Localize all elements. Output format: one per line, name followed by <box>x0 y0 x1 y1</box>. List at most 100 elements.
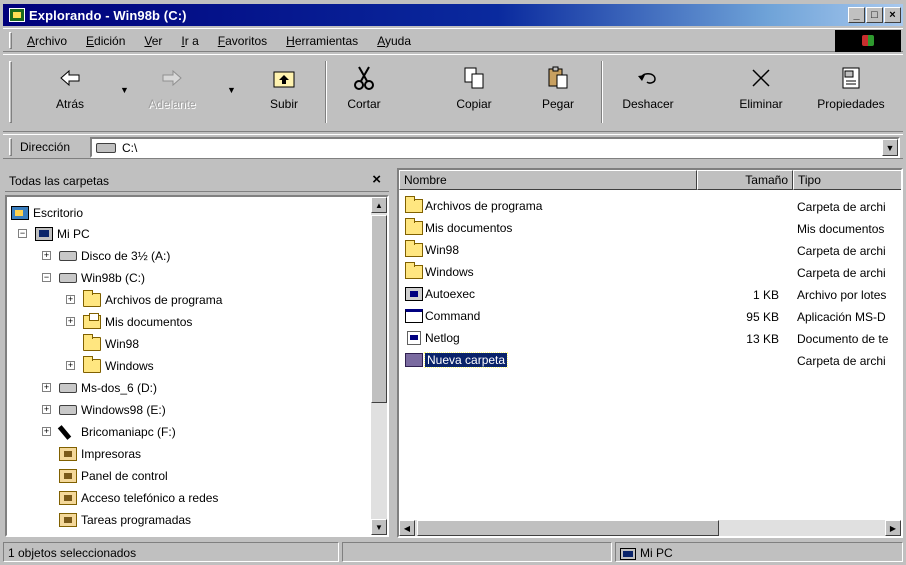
close-button[interactable]: × <box>884 7 901 23</box>
file-name: Autoexec <box>425 287 476 301</box>
folders-pane-close-button[interactable]: × <box>372 171 381 188</box>
tree-item-label: Escritorio <box>33 206 84 220</box>
tree-item-panel-de-control[interactable]: Panel de control <box>59 465 168 487</box>
expand-icon[interactable]: + <box>42 427 51 436</box>
forward-arrow-icon <box>159 61 185 95</box>
tree-item-label: Mis documentos <box>105 315 193 329</box>
file-row[interactable]: Windows Carpeta de archi <box>399 262 901 284</box>
toolbar-separator <box>601 61 603 123</box>
tree-item-windows[interactable]: Windows <box>83 355 154 377</box>
file-row[interactable]: Netlog 13 KB Documento de te <box>399 328 901 350</box>
tree-item-bricomaniapc-f[interactable]: Bricomaniapc (F:) <box>59 421 176 443</box>
tree-item-mis-documentos[interactable]: Mis documentos <box>83 311 192 333</box>
tree-item-win98[interactable]: Win98 <box>83 333 139 355</box>
file-name: Nueva carpeta <box>423 352 509 368</box>
hard-drive-icon <box>59 383 77 393</box>
tree-item-archivos-de-programa[interactable]: Archivos de programa <box>83 289 222 311</box>
menu-favoritos[interactable]: Favoritos <box>218 34 267 48</box>
tree-item-floppy[interactable]: Disco de 3½ (A:) <box>59 245 170 267</box>
expand-icon[interactable]: + <box>42 383 51 392</box>
tree-item-ms-dos-d[interactable]: Ms-dos_6 (D:) <box>59 377 157 399</box>
menu-edicion[interactable]: Edición <box>86 34 125 48</box>
scroll-right-arrow-icon[interactable]: ▶ <box>885 520 901 536</box>
menu-grip[interactable] <box>9 32 12 49</box>
forward-button[interactable]: Adelante <box>139 61 205 125</box>
column-header-tipo[interactable]: Tipo <box>793 170 901 190</box>
folder-icon <box>405 262 423 279</box>
scissors-icon <box>351 61 377 95</box>
forward-dropdown-icon[interactable]: ▼ <box>227 85 236 95</box>
my-documents-icon <box>83 313 101 329</box>
address-dropdown-button[interactable]: ▼ <box>882 139 898 156</box>
tree-item-tareas-programadas[interactable]: Tareas programadas <box>59 509 191 531</box>
toolbar-separator <box>325 61 327 123</box>
undo-button[interactable]: Deshacer <box>615 61 681 125</box>
file-type: Documento de te <box>797 332 889 346</box>
expand-icon[interactable]: + <box>66 295 75 304</box>
expand-icon[interactable]: + <box>42 405 51 414</box>
address-input[interactable]: C:\ ▼ <box>90 137 900 158</box>
explorer-window: Explorando - Win98b (C:) _ □ × Archivo E… <box>0 0 906 565</box>
minimize-button[interactable]: _ <box>848 7 865 23</box>
scroll-left-arrow-icon[interactable]: ◀ <box>399 520 415 536</box>
menu-ayuda[interactable]: Ayuda <box>377 34 411 48</box>
window-controls: _ □ × <box>848 7 901 23</box>
expand-icon[interactable]: + <box>66 317 75 326</box>
back-dropdown-icon[interactable]: ▼ <box>120 85 129 95</box>
tree-item-windows98-e[interactable]: Windows98 (E:) <box>59 399 166 421</box>
column-header-nombre[interactable]: Nombre <box>399 170 697 190</box>
menu-archivo[interactable]: Archivo <box>27 34 67 48</box>
folder-icon <box>83 356 101 373</box>
tree-vertical-scrollbar[interactable]: ▲ ▼ <box>371 197 387 535</box>
tree-item-label: Bricomaniapc (F:) <box>81 425 176 439</box>
file-row[interactable]: Archivos de programa Carpeta de archi <box>399 196 901 218</box>
tree-item-acceso-telefonico[interactable]: Acceso telefónico a redes <box>59 487 218 509</box>
scroll-up-arrow-icon[interactable]: ▲ <box>371 197 387 213</box>
maximize-button[interactable]: □ <box>866 7 883 23</box>
floppy-icon <box>59 251 77 261</box>
tree-item-win98b-c[interactable]: Win98b (C:) <box>59 267 145 289</box>
file-row-selected[interactable]: Nueva carpeta Carpeta de archi <box>399 350 901 372</box>
file-name: Mis documentos <box>425 221 513 235</box>
tree-item-impresoras[interactable]: Impresoras <box>59 443 141 465</box>
up-button[interactable]: Subir <box>261 61 307 125</box>
scroll-thumb[interactable] <box>371 215 387 403</box>
network-drive-icon <box>59 425 77 439</box>
delete-button[interactable]: Eliminar <box>733 61 789 125</box>
menu-ir-a[interactable]: Ir a <box>181 34 198 48</box>
tree-item-label: Ms-dos_6 (D:) <box>81 381 158 395</box>
scroll-down-arrow-icon[interactable]: ▼ <box>371 519 387 535</box>
properties-button[interactable]: Propiedades <box>811 61 891 125</box>
up-label: Subir <box>269 97 298 111</box>
toolbar-grip[interactable] <box>9 61 12 123</box>
scroll-thumb[interactable] <box>417 520 719 536</box>
file-type: Archivo por lotes <box>797 288 887 302</box>
expand-icon[interactable]: + <box>66 361 75 370</box>
cut-label: Cortar <box>347 97 381 111</box>
menu-herramientas[interactable]: Herramientas <box>286 34 358 48</box>
menu-ver[interactable]: Ver <box>144 34 162 48</box>
address-grip[interactable] <box>9 138 12 156</box>
cut-button[interactable]: Cortar <box>339 61 389 125</box>
application-icon <box>405 309 423 323</box>
file-row[interactable]: Mis documentos Mis documentos <box>399 218 901 240</box>
delete-x-icon <box>749 61 773 95</box>
column-header-tamano[interactable]: Tamaño <box>697 170 793 190</box>
file-name: Windows <box>425 265 474 279</box>
back-arrow-icon <box>57 61 83 95</box>
copy-button[interactable]: Copiar <box>449 61 499 125</box>
windows-logo-icon <box>835 30 901 52</box>
file-row[interactable]: Autoexec 1 KB Archivo por lotes <box>399 284 901 306</box>
expand-icon[interactable]: + <box>42 251 51 260</box>
title-bar[interactable]: Explorando - Win98b (C:) _ □ × <box>3 4 903 26</box>
file-row[interactable]: Win98 Carpeta de archi <box>399 240 901 262</box>
tree-item-escritorio[interactable]: Escritorio <box>11 202 83 224</box>
file-type: Aplicación MS-D <box>797 310 886 324</box>
back-button[interactable]: Atrás <box>47 61 93 125</box>
file-row[interactable]: Command 95 KB Aplicación MS-D <box>399 306 901 328</box>
list-horizontal-scrollbar[interactable]: ◀ ▶ <box>399 520 901 536</box>
paste-button[interactable]: Pegar <box>533 61 583 125</box>
tree-item-mi-pc[interactable]: Mi PC <box>35 223 90 245</box>
collapse-icon[interactable]: − <box>42 273 51 282</box>
collapse-icon[interactable]: − <box>18 229 27 238</box>
